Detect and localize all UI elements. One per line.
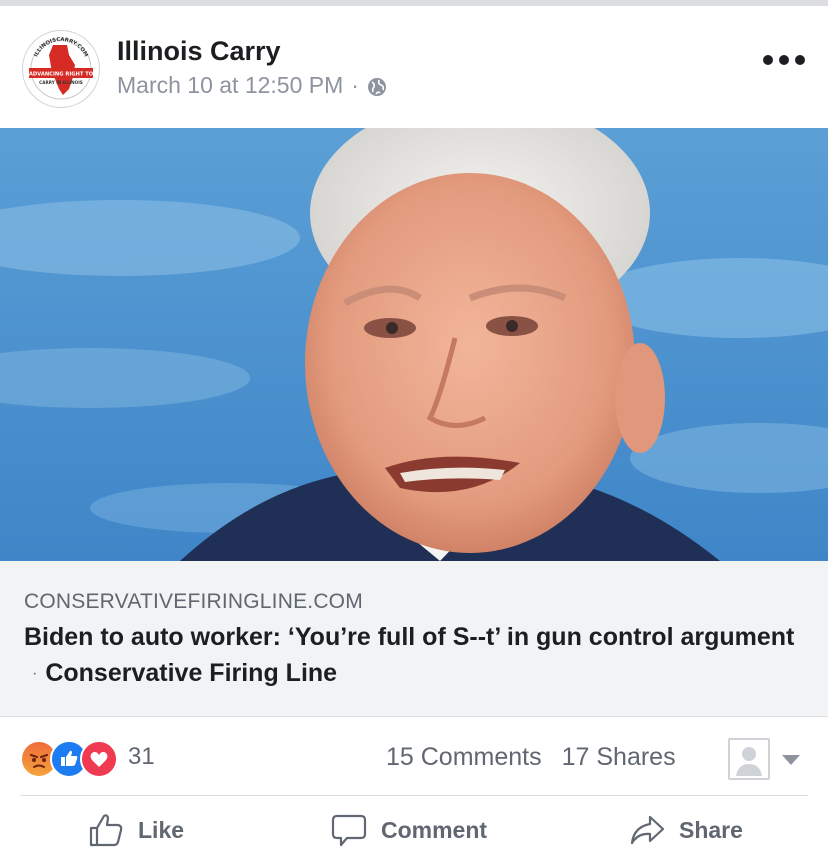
comment-button[interactable]: Comment [331, 810, 487, 850]
comments-count[interactable]: 15 Comments [386, 743, 542, 771]
share-label: Share [679, 816, 743, 843]
comment-bubble-icon [331, 814, 367, 847]
profile-avatar-icon[interactable] [728, 738, 770, 780]
post-actions: Like Comment Share [0, 796, 828, 868]
link-domain: CONSERVATIVEFIRINGLINE.COM [24, 590, 363, 613]
link-preview-card[interactable]: CONSERVATIVEFIRINGLINE.COM Biden to auto… [0, 561, 828, 717]
logo-bottom-text: CARRY IN ILLINOIS [39, 80, 83, 85]
share-arrow-icon [630, 815, 665, 845]
love-icon [80, 740, 118, 778]
post-header: ADVANCING RIGHT TO CARRY IN ILLINOIS ILL… [0, 6, 828, 128]
page-avatar[interactable]: ADVANCING RIGHT TO CARRY IN ILLINOIS ILL… [22, 30, 100, 108]
link-headline: Biden to auto worker: ‘You’re full of S-… [24, 623, 795, 651]
thumbs-up-icon [89, 814, 123, 847]
comment-label: Comment [381, 816, 488, 843]
reaction-icons[interactable] [20, 740, 120, 778]
link-site-name: Conservative Firing Line [45, 659, 338, 687]
post-meta: March 10 at 12:50 PM · [117, 72, 387, 99]
like-label: Like [138, 816, 185, 843]
shares-count[interactable]: 17 Shares [562, 743, 676, 771]
engagement-bar: 31 15 Comments 17 Shares [0, 716, 828, 796]
engagement-stats: 15 Comments 17 Shares [386, 743, 676, 772]
title-separator: · [32, 665, 38, 683]
globe-icon [367, 76, 387, 96]
more-options-icon[interactable] [763, 51, 805, 69]
page-name[interactable]: Illinois Carry [117, 36, 281, 67]
illinois-carry-logo: ADVANCING RIGHT TO CARRY IN ILLINOIS ILL… [24, 32, 98, 106]
logo-banner-text: ADVANCING RIGHT TO [29, 72, 94, 78]
portrait-photo [0, 128, 828, 561]
chevron-down-icon[interactable] [781, 753, 801, 771]
link-preview-image[interactable] [0, 128, 828, 561]
share-button[interactable]: Share [629, 810, 743, 850]
post-timestamp[interactable]: March 10 at 12:50 PM [117, 72, 343, 99]
like-button[interactable]: Like [88, 810, 184, 850]
link-title[interactable]: Biden to auto worker: ‘You’re full of S-… [24, 619, 804, 692]
reaction-count[interactable]: 31 [128, 743, 155, 771]
meta-separator: · [351, 72, 359, 98]
